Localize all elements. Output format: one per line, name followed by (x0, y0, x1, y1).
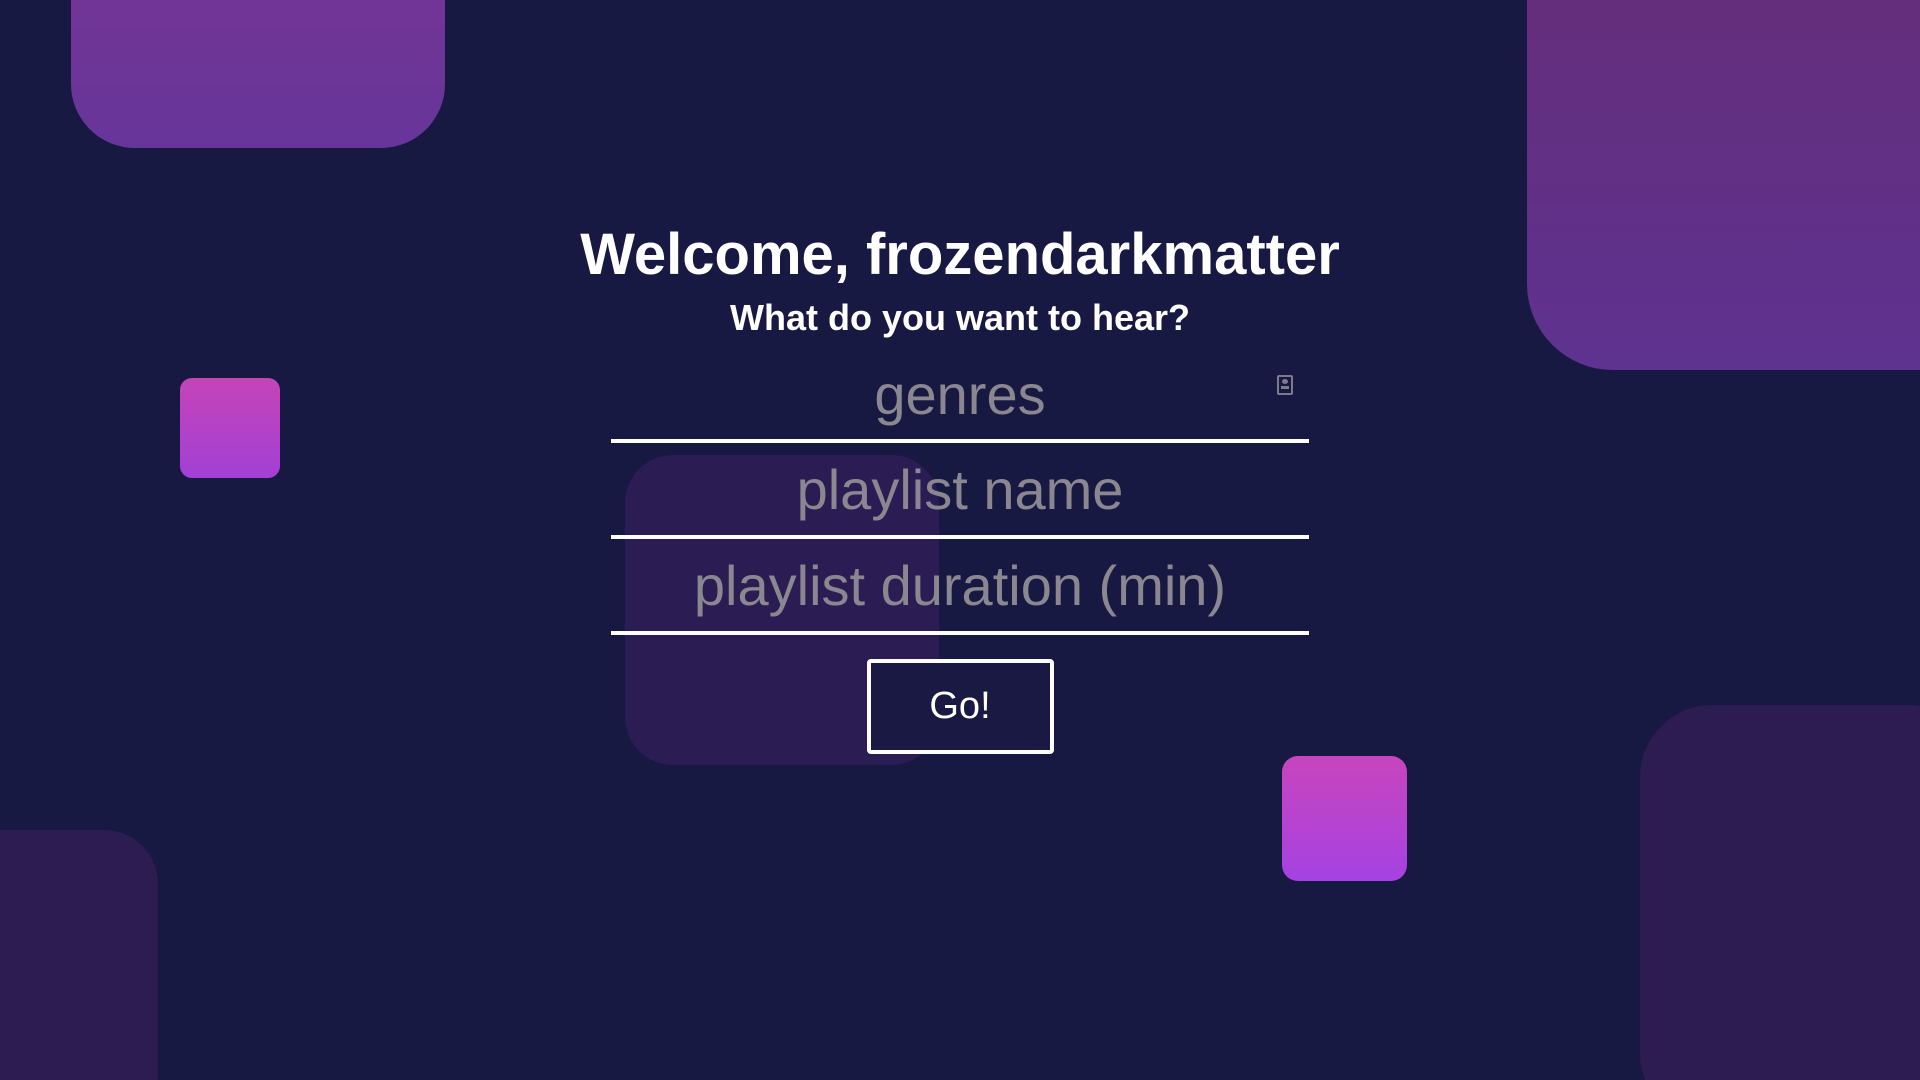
genres-field-wrapper (611, 349, 1309, 443)
decorative-square-bottom-left (0, 830, 158, 1080)
decorative-square-bottom-right (1640, 705, 1920, 1080)
page-background: Welcome, frozendarkmatter What do you wa… (0, 0, 1920, 1080)
genres-input[interactable] (611, 349, 1309, 443)
decorative-square-small-right (1282, 756, 1407, 881)
go-button[interactable]: Go! (866, 659, 1054, 754)
playlist-name-input[interactable] (611, 443, 1309, 539)
prompt-subtitle: What do you want to hear? (730, 297, 1190, 338)
decorative-square-top-right (1527, 0, 1920, 370)
decorative-square-small-left (180, 378, 280, 478)
contact-card-icon[interactable] (1277, 375, 1293, 395)
playlist-form-panel: Welcome, frozendarkmatter What do you wa… (560, 215, 1360, 754)
playlist-name-field-wrapper (611, 443, 1309, 539)
welcome-title: Welcome, frozendarkmatter (580, 222, 1340, 287)
playlist-duration-field-wrapper (611, 539, 1309, 635)
playlist-duration-input[interactable] (611, 539, 1309, 635)
decorative-square-top-left (71, 0, 445, 148)
